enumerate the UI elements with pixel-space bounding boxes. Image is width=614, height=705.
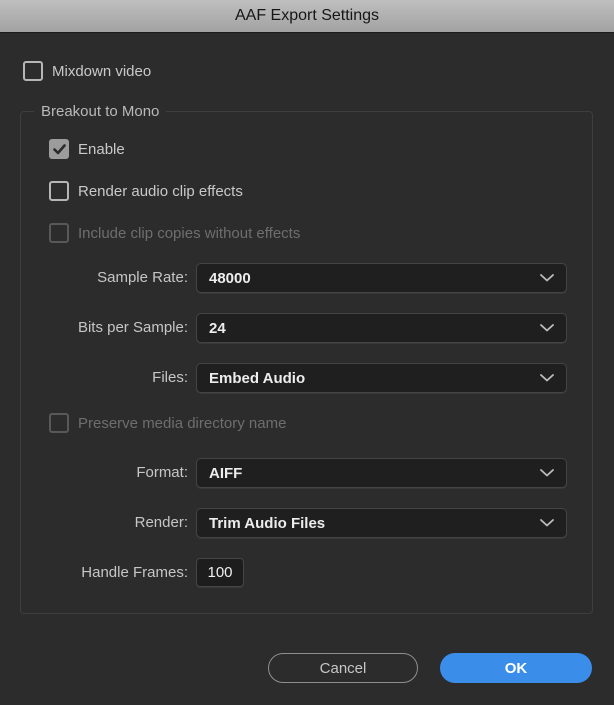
handle-frames-label: Handle Frames: — [81, 564, 188, 581]
chevron-down-icon — [540, 374, 554, 382]
preserve-media-directory-label: Preserve media directory name — [78, 414, 287, 432]
format-value: AIFF — [209, 464, 243, 482]
include-clip-copies-label: Include clip copies without effects — [78, 224, 301, 242]
render-dropdown[interactable]: Trim Audio Files — [196, 508, 567, 538]
breakout-to-mono-legend: Breakout to Mono — [41, 103, 160, 120]
bits-per-sample-value: 24 — [209, 319, 226, 337]
sample-rate-value: 48000 — [209, 269, 251, 287]
chevron-down-icon — [540, 519, 554, 527]
titlebar[interactable]: AAF Export Settings — [0, 0, 614, 33]
mixdown-video-checkbox[interactable] — [23, 61, 43, 81]
format-dropdown[interactable]: AIFF — [196, 458, 567, 488]
dialog-title: AAF Export Settings — [234, 7, 380, 24]
enable-label: Enable — [78, 140, 125, 158]
sample-rate-label: Sample Rate: — [97, 269, 188, 286]
handle-frames-input[interactable] — [196, 558, 244, 587]
check-icon — [52, 143, 66, 154]
format-label: Format: — [136, 464, 188, 481]
aaf-export-settings-dialog: AAF Export Settings Mixdown video Breako… — [0, 0, 614, 705]
include-clip-copies-checkbox — [49, 223, 69, 243]
render-label: Render: — [134, 514, 188, 531]
render-value: Trim Audio Files — [209, 514, 326, 532]
cancel-button[interactable]: Cancel — [268, 653, 418, 683]
chevron-down-icon — [540, 469, 554, 477]
preserve-media-directory-checkbox — [49, 413, 69, 433]
render-audio-clip-effects-checkbox-row[interactable]: Render audio clip effects — [49, 181, 243, 201]
include-clip-copies-checkbox-row: Include clip copies without effects — [49, 223, 300, 243]
enable-checkbox-row[interactable]: Enable — [49, 139, 125, 159]
render-audio-clip-effects-checkbox[interactable] — [49, 181, 69, 201]
bits-per-sample-dropdown[interactable]: 24 — [196, 313, 567, 343]
chevron-down-icon — [540, 274, 554, 282]
mixdown-video-label: Mixdown video — [52, 62, 152, 80]
ok-button[interactable]: OK — [440, 653, 592, 683]
files-value: Embed Audio — [209, 369, 306, 387]
files-label: Files: — [152, 369, 188, 386]
bits-per-sample-label: Bits per Sample: — [77, 319, 188, 336]
chevron-down-icon — [540, 324, 554, 332]
preserve-media-directory-checkbox-row: Preserve media directory name — [49, 413, 286, 433]
enable-checkbox[interactable] — [49, 139, 69, 159]
render-audio-clip-effects-label: Render audio clip effects — [78, 182, 243, 200]
files-dropdown[interactable]: Embed Audio — [196, 363, 567, 393]
mixdown-video-checkbox-row[interactable]: Mixdown video — [23, 61, 151, 81]
sample-rate-dropdown[interactable]: 48000 — [196, 263, 567, 293]
